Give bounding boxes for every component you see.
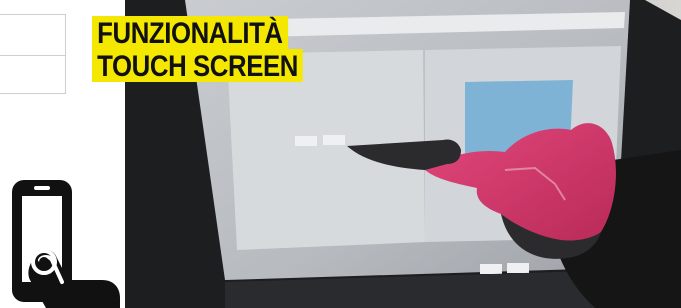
- screen-button-3: [480, 264, 502, 274]
- screen-button-2: [323, 135, 345, 145]
- title-line-2: TOUCH SCREEN: [92, 49, 304, 82]
- table-divider: [0, 55, 65, 56]
- title-line-1: FUNZIONALITÀ: [92, 16, 288, 49]
- screen-button-1: [295, 136, 317, 146]
- empty-table-fragment: [0, 14, 66, 94]
- title-badge: FUNZIONALITÀ TOUCH SCREEN: [92, 16, 337, 82]
- screen-button-4: [507, 263, 529, 273]
- touchscreen-phone-hand-icon: [12, 180, 120, 308]
